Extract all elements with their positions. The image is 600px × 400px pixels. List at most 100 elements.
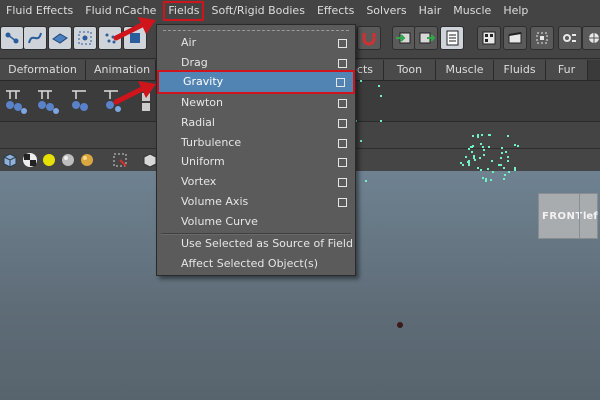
particle xyxy=(476,167,479,170)
select-hierarchy-icon[interactable] xyxy=(0,26,24,50)
particle xyxy=(473,157,476,160)
particle xyxy=(470,150,473,153)
particle xyxy=(360,140,362,142)
select-surface-icon[interactable] xyxy=(48,26,72,50)
particle xyxy=(506,155,509,158)
particle-emitter[interactable] xyxy=(397,322,403,328)
menu-item-volume-axis[interactable]: Volume Axis xyxy=(157,192,355,212)
arrow-to-fields-menu-icon xyxy=(113,17,156,41)
menu-item-volume-curve[interactable]: Volume Curve xyxy=(157,212,355,232)
menu-item-use-selected-as-source[interactable]: Use Selected as Source of Field xyxy=(157,234,355,254)
menu-item-radial[interactable]: Radial xyxy=(157,113,355,133)
tab-animation[interactable]: Animation xyxy=(86,60,156,80)
particle xyxy=(479,157,482,160)
particle xyxy=(483,149,486,151)
shadow-sphere-icon[interactable] xyxy=(79,152,95,171)
menu-bar: Fluid Effects Fluid nCache Fields Soft/R… xyxy=(0,0,600,23)
menu-item-uniform[interactable]: Uniform xyxy=(157,152,355,172)
menu-item-label: Volume Axis xyxy=(181,195,249,208)
particle xyxy=(489,134,492,137)
menu-hair[interactable]: Hair xyxy=(413,0,448,22)
option-box-icon[interactable] xyxy=(336,78,345,87)
menu-item-drag[interactable]: Drag xyxy=(157,53,355,73)
menu-item-vortex[interactable]: Vortex xyxy=(157,172,355,192)
particle xyxy=(503,173,506,176)
render-settings-icon[interactable] xyxy=(558,26,582,50)
option-box-icon[interactable] xyxy=(338,119,347,128)
tear-off-line[interactable] xyxy=(163,30,349,31)
option-box-icon[interactable] xyxy=(338,39,347,48)
particle xyxy=(459,161,462,164)
particle xyxy=(507,159,510,162)
menu-fluid-effects[interactable]: Fluid Effects xyxy=(0,0,79,22)
tab-fluids[interactable]: Fluids xyxy=(494,60,546,80)
select-curve-icon[interactable] xyxy=(23,26,47,50)
menu-item-air[interactable]: Air xyxy=(157,33,355,53)
render-globals-icon[interactable] xyxy=(582,26,600,50)
particle xyxy=(502,177,505,180)
menu-effects[interactable]: Effects xyxy=(311,0,360,22)
view-cube[interactable]: FRONT lef xyxy=(538,193,598,239)
tab-toon[interactable]: Toon xyxy=(384,60,436,80)
default-light-icon[interactable] xyxy=(41,152,57,171)
option-box-icon[interactable] xyxy=(338,158,347,167)
option-box-icon[interactable] xyxy=(338,99,347,108)
particle xyxy=(500,146,503,149)
menu-item-turbulence[interactable]: Turbulence xyxy=(157,133,355,153)
arrow-to-gravity-icon xyxy=(113,81,156,105)
ipr-render-icon[interactable] xyxy=(530,26,554,50)
particle xyxy=(378,85,380,87)
output-connections-icon[interactable] xyxy=(414,26,438,50)
history-icon[interactable] xyxy=(440,26,464,50)
wireframe-cube-icon[interactable] xyxy=(2,152,18,171)
tab-muscle[interactable]: Muscle xyxy=(436,60,494,80)
menu-item-gravity[interactable]: Gravity xyxy=(157,70,355,94)
joint-chain-3-icon[interactable] xyxy=(68,87,98,117)
shaded-sphere-icon[interactable] xyxy=(60,152,76,171)
select-deformer-icon[interactable] xyxy=(73,26,97,50)
particle xyxy=(505,150,508,153)
menu-muscle[interactable]: Muscle xyxy=(447,0,497,22)
fields-menu: Air Drag Gravity Newton Radial Turbulenc… xyxy=(156,24,356,276)
particle xyxy=(380,120,382,122)
tab-fur[interactable]: Fur xyxy=(546,60,588,80)
particle xyxy=(484,177,487,180)
particle xyxy=(464,156,467,159)
particle xyxy=(507,171,510,174)
particle xyxy=(360,80,362,82)
checker-texture-icon[interactable] xyxy=(22,152,38,171)
menu-help[interactable]: Help xyxy=(497,0,534,22)
view-cube-front-label: FRONT xyxy=(542,211,583,222)
particle xyxy=(480,142,483,145)
snap-magnet-icon[interactable] xyxy=(357,26,381,50)
render-current-icon[interactable] xyxy=(503,26,527,50)
menu-fields[interactable]: Fields xyxy=(162,0,205,22)
xray-select-icon[interactable] xyxy=(112,152,128,171)
option-box-icon[interactable] xyxy=(338,59,347,68)
particle xyxy=(503,166,506,169)
option-box-icon[interactable] xyxy=(338,139,347,148)
particle xyxy=(481,134,484,137)
input-connections-icon[interactable] xyxy=(392,26,416,50)
option-box-icon[interactable] xyxy=(338,198,347,207)
menu-item-label: Use Selected as Source of Field xyxy=(181,237,353,250)
tab-deformation[interactable]: Deformation xyxy=(0,60,86,80)
particle xyxy=(490,179,493,182)
view-cube-edge xyxy=(579,194,580,238)
joint-chain-2-icon[interactable] xyxy=(34,87,64,117)
option-box-icon[interactable] xyxy=(338,178,347,187)
menu-item-newton[interactable]: Newton xyxy=(157,93,355,113)
particle xyxy=(482,145,485,148)
menu-item-label: Air xyxy=(181,36,197,49)
particle xyxy=(507,135,510,138)
menu-item-label: Volume Curve xyxy=(181,215,258,228)
menu-item-affect-selected[interactable]: Affect Selected Object(s) xyxy=(157,254,355,274)
particle xyxy=(491,160,494,163)
joint-chain-icon[interactable] xyxy=(2,87,32,117)
particle xyxy=(487,134,490,137)
render-view-icon[interactable] xyxy=(477,26,501,50)
particle xyxy=(472,145,475,148)
menu-item-label: Vortex xyxy=(181,175,217,188)
menu-solvers[interactable]: Solvers xyxy=(360,0,412,22)
menu-soft-rigid-bodies[interactable]: Soft/Rigid Bodies xyxy=(205,0,310,22)
